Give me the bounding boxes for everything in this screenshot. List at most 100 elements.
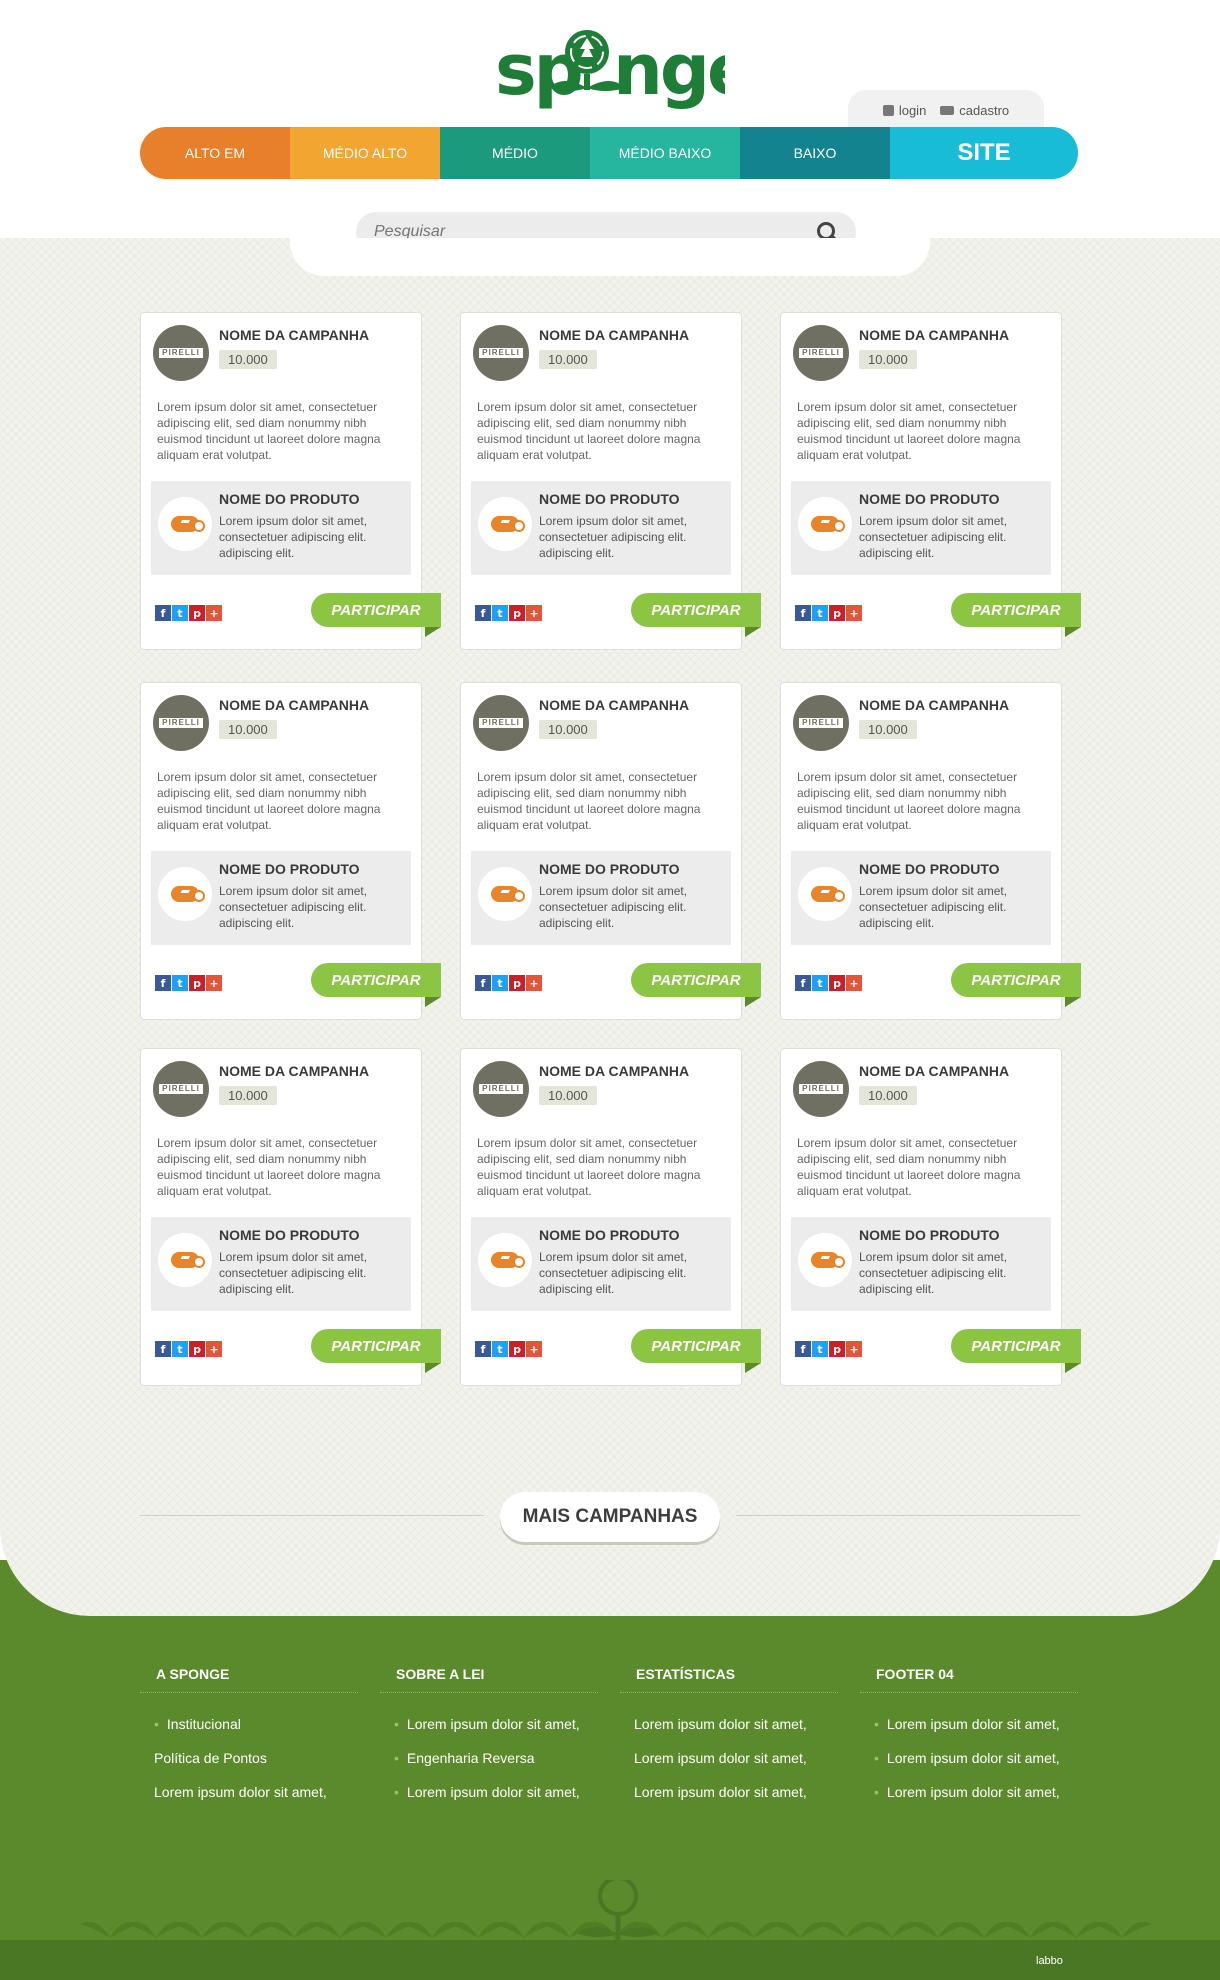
facebook-icon[interactable]: f xyxy=(795,975,811,991)
participate-button[interactable]: PARTICIPAR xyxy=(311,963,441,997)
campaign-logo: PIRELLI xyxy=(473,1061,529,1117)
product-logo xyxy=(158,497,212,551)
pinterest-icon[interactable]: p xyxy=(829,975,845,991)
category-nav: ALTO EM MÉDIO ALTO MÉDIO MÉDIO BAIXO BAIXO SI… xyxy=(140,127,1078,179)
participate-button[interactable]: PARTICIPAR xyxy=(631,963,761,997)
twitter-icon[interactable]: t xyxy=(172,1341,188,1357)
facebook-icon[interactable]: f xyxy=(795,605,811,621)
nav-item-4[interactable]: BAIXO xyxy=(740,127,890,179)
facebook-icon[interactable]: f xyxy=(475,605,491,621)
twitter-icon[interactable]: t xyxy=(492,975,508,991)
twitter-icon[interactable]: t xyxy=(492,1341,508,1357)
nav-item-0[interactable]: ALTO EM xyxy=(140,127,290,179)
campaign-title: NOME DA CAMPANHA xyxy=(219,327,370,343)
footer-link[interactable]: Lorem ipsum dolor sit amet, xyxy=(860,1715,1078,1749)
footer-link[interactable]: Política de Pontos xyxy=(140,1749,358,1783)
ribbon-fold xyxy=(425,1363,441,1373)
google-plus-icon[interactable]: + xyxy=(526,605,542,621)
battery-icon xyxy=(811,516,845,532)
google-plus-icon[interactable]: + xyxy=(846,1341,862,1357)
pinterest-icon[interactable]: p xyxy=(829,1341,845,1357)
google-plus-icon[interactable]: + xyxy=(206,975,222,991)
google-plus-icon[interactable]: + xyxy=(526,1341,542,1357)
footer-link[interactable]: Lorem ipsum dolor sit amet, xyxy=(620,1715,838,1749)
twitter-icon[interactable]: t xyxy=(812,605,828,621)
campaign-logo-text: PIRELLI xyxy=(802,348,840,357)
more-campaigns-button[interactable]: MAIS CAMPANHAS xyxy=(500,1492,720,1542)
pinterest-icon[interactable]: p xyxy=(509,1341,525,1357)
campaign-card: PIRELLI NOME DA CAMPANHA 10.000 Lorem ipsum… xyxy=(460,1048,761,1386)
battery-icon xyxy=(811,886,845,902)
google-plus-icon[interactable]: + xyxy=(846,605,862,621)
facebook-icon[interactable]: f xyxy=(795,1341,811,1357)
campaign-points-badge: 10.000 xyxy=(539,350,597,369)
campaign-logo-text: PIRELLI xyxy=(162,718,200,727)
login-link[interactable]: login xyxy=(882,103,926,118)
footer-link[interactable]: Institucional xyxy=(140,1715,358,1749)
google-plus-icon[interactable]: + xyxy=(206,605,222,621)
ribbon-fold xyxy=(1065,627,1081,637)
footer-link[interactable]: Lorem ipsum dolor sit amet, xyxy=(620,1749,838,1783)
participate-button[interactable]: PARTICIPAR xyxy=(311,1329,441,1363)
social-share: f t p + xyxy=(155,1341,222,1357)
participate-button[interactable]: PARTICIPAR xyxy=(631,1329,761,1363)
pinterest-icon[interactable]: p xyxy=(189,605,205,621)
twitter-icon[interactable]: t xyxy=(812,975,828,991)
facebook-icon[interactable]: f xyxy=(155,1341,171,1357)
footer-link[interactable]: Lorem ipsum dolor sit amet, xyxy=(380,1783,598,1817)
pinterest-icon[interactable]: p xyxy=(509,975,525,991)
nav-item-5[interactable]: SITE xyxy=(890,127,1078,179)
pinterest-icon[interactable]: p xyxy=(189,1341,205,1357)
campaign-card: PIRELLI NOME DA CAMPANHA 10.000 Lorem ipsum… xyxy=(140,312,441,650)
footer-link[interactable]: Lorem ipsum dolor sit amet, xyxy=(140,1783,358,1817)
footer-column: SOBRE A LEI Lorem ipsum dolor sit amet, En… xyxy=(380,1658,598,1817)
participate-button[interactable]: PARTICIPAR xyxy=(311,593,441,627)
search-notch xyxy=(290,238,930,276)
participate-button[interactable]: PARTICIPAR xyxy=(951,963,1081,997)
pinterest-icon[interactable]: p xyxy=(829,605,845,621)
participate-button[interactable]: PARTICIPAR xyxy=(631,593,761,627)
footer-link[interactable]: Lorem ipsum dolor sit amet, xyxy=(860,1749,1078,1783)
twitter-icon[interactable]: t xyxy=(172,975,188,991)
campaign-card: PIRELLI NOME DA CAMPANHA 10.000 Lorem ipsum… xyxy=(460,682,761,1020)
pirelli-logo: PIRELLI xyxy=(479,718,523,728)
nav-item-1[interactable]: MÉDIO ALTO xyxy=(290,127,440,179)
lock-icon xyxy=(882,104,894,116)
campaign-logo-text: PIRELLI xyxy=(162,348,200,357)
ribbon-fold xyxy=(425,627,441,637)
facebook-icon[interactable]: f xyxy=(155,975,171,991)
register-link[interactable]: cadastro xyxy=(940,103,1009,118)
pirelli-logo: PIRELLI xyxy=(799,718,843,728)
footer-link[interactable]: Lorem ipsum dolor sit amet, xyxy=(380,1715,598,1749)
campaign-points-badge: 10.000 xyxy=(219,720,277,739)
auth-tab: login cadastro xyxy=(848,90,1044,130)
participate-button[interactable]: PARTICIPAR xyxy=(951,593,1081,627)
participate-button[interactable]: PARTICIPAR xyxy=(951,1329,1081,1363)
sponge-logo[interactable]: sp nge xyxy=(495,22,755,112)
nav-item-2[interactable]: MÉDIO xyxy=(440,127,590,179)
pinterest-icon[interactable]: p xyxy=(509,605,525,621)
campaign-points-badge: 10.000 xyxy=(859,720,917,739)
product-box: NOME DO PRODUTO Lorem ipsum dolor sit ame… xyxy=(791,1217,1051,1311)
product-logo xyxy=(798,497,852,551)
google-plus-icon[interactable]: + xyxy=(846,975,862,991)
footer-link[interactable]: Lorem ipsum dolor sit amet, xyxy=(620,1783,838,1817)
footer-link[interactable]: Engenharia Reversa xyxy=(380,1749,598,1783)
facebook-icon[interactable]: f xyxy=(475,975,491,991)
nav-item-3[interactable]: MÉDIO BAIXO xyxy=(590,127,740,179)
footer-link-label: Lorem ipsum dolor sit amet, xyxy=(406,1716,580,1732)
footer-link[interactable]: Lorem ipsum dolor sit amet, xyxy=(860,1783,1078,1817)
social-share: f t p + xyxy=(795,975,862,991)
campaign-description: Lorem ipsum dolor sit amet, consectetuer… xyxy=(797,1136,1021,1198)
facebook-icon[interactable]: f xyxy=(155,605,171,621)
twitter-icon[interactable]: t xyxy=(812,1341,828,1357)
facebook-icon[interactable]: f xyxy=(475,1341,491,1357)
campaign-card: PIRELLI NOME DA CAMPANHA 10.000 Lorem ipsum… xyxy=(140,1048,441,1386)
campaign-title: NOME DA CAMPANHA xyxy=(539,327,690,343)
pinterest-icon[interactable]: p xyxy=(189,975,205,991)
campaign-card: PIRELLI NOME DA CAMPANHA 10.000 Lorem ipsum… xyxy=(140,682,441,1020)
twitter-icon[interactable]: t xyxy=(492,605,508,621)
twitter-icon[interactable]: t xyxy=(172,605,188,621)
google-plus-icon[interactable]: + xyxy=(206,1341,222,1357)
google-plus-icon[interactable]: + xyxy=(526,975,542,991)
